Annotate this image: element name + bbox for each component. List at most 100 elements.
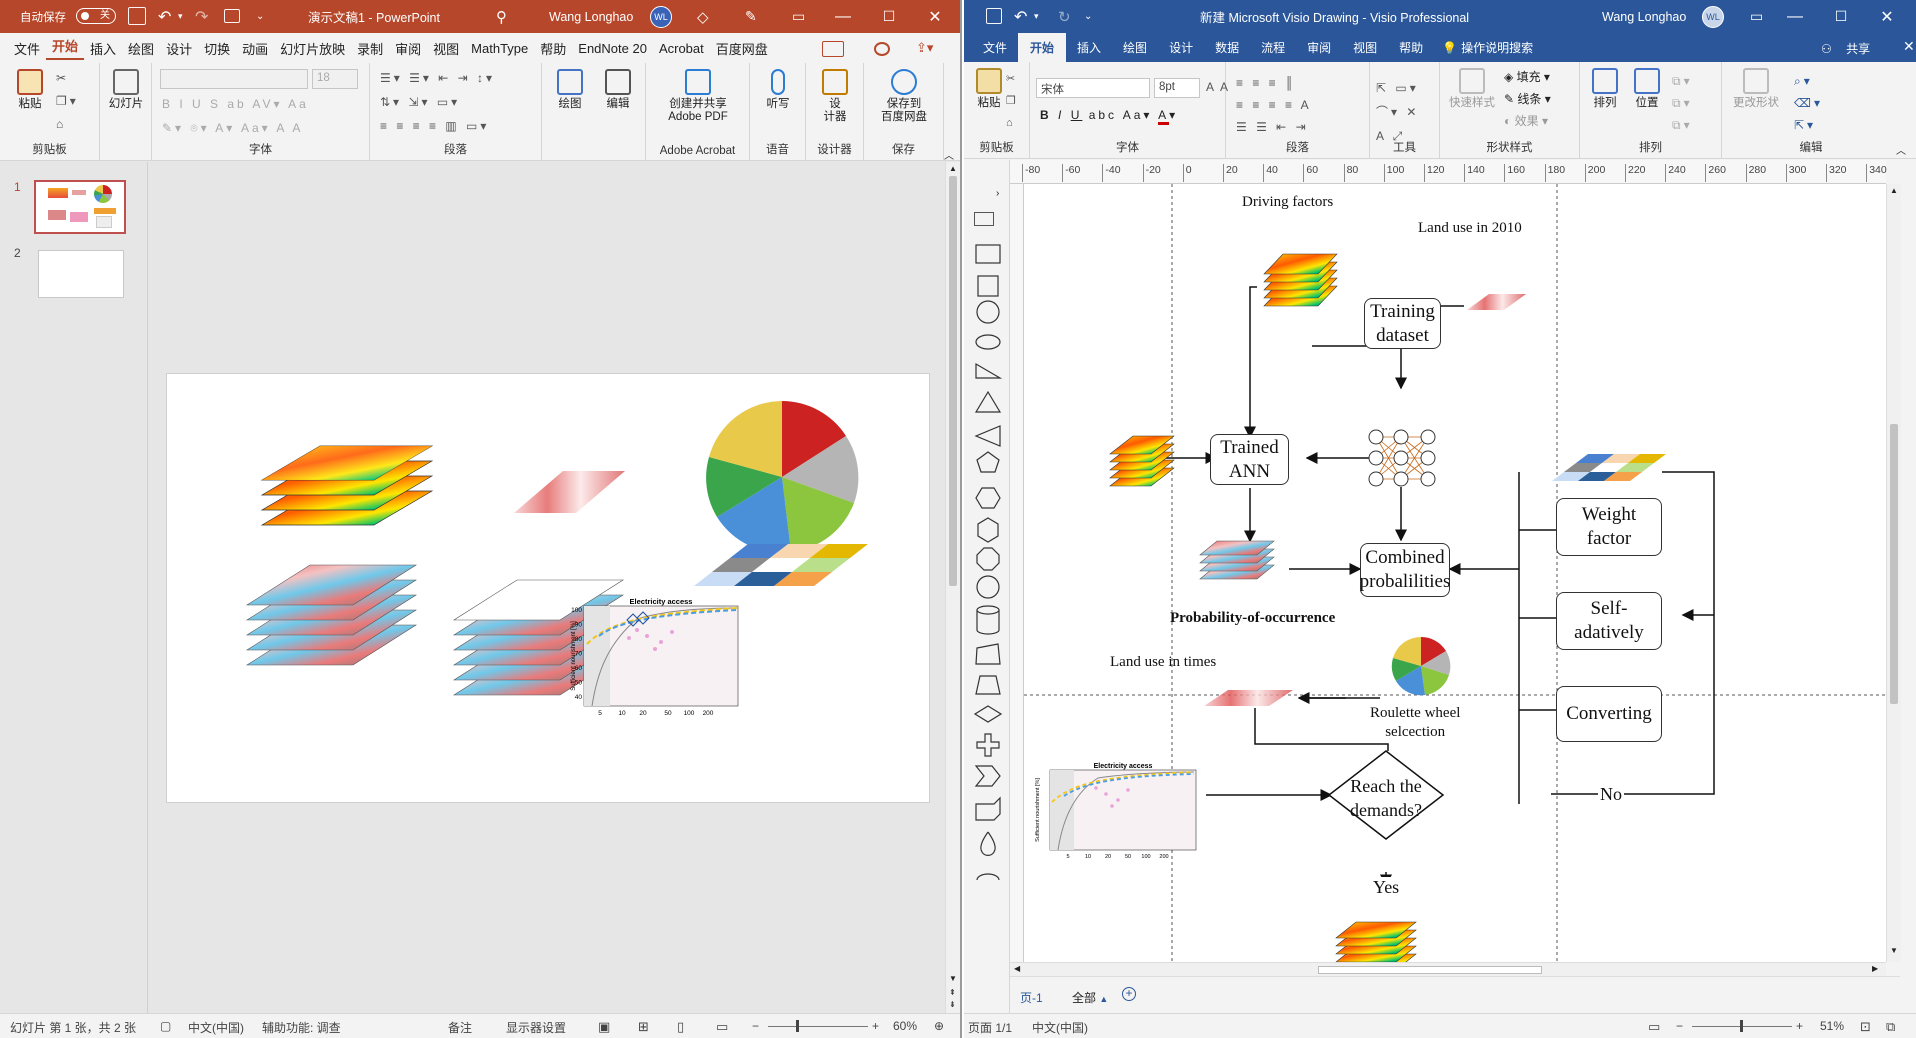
training-dataset-box[interactable]: Training dataset: [1364, 298, 1441, 349]
ppt-zoom-slider[interactable]: [768, 1020, 868, 1032]
effect-button[interactable]: ◐ 效果 ▾: [1504, 112, 1548, 129]
format-painter-icon[interactable]: ⌂: [56, 117, 66, 131]
label-yes[interactable]: Yes: [1371, 877, 1402, 898]
new-slide-button[interactable]: 幻灯片: [106, 69, 146, 111]
group-buttons[interactable]: ⧉▾ ⧉▾ ⧉▾: [1672, 70, 1693, 136]
close-ribbon-icon[interactable]: ✕: [1892, 38, 1916, 55]
combined-probabilities-box[interactable]: Combined probalilities: [1360, 543, 1450, 597]
tab-view[interactable]: 视图: [427, 39, 465, 58]
paste-button[interactable]: 粘贴: [12, 69, 48, 111]
switch-windows-icon[interactable]: ⧉: [1886, 1019, 1895, 1035]
fit-slide-icon[interactable]: ⊕: [934, 1019, 944, 1033]
tools-buttons[interactable]: ⇱ ▭▾ ⌒▾ ✕ A ⤢: [1376, 76, 1419, 148]
tab-home[interactable]: 开始: [1018, 32, 1067, 63]
ribbon-display-icon[interactable]: ▭: [792, 8, 805, 25]
ppt-scroll-thumb[interactable]: [949, 176, 957, 586]
stencil-shape-list[interactable]: [964, 240, 1010, 1010]
tab-help[interactable]: 帮助: [1388, 39, 1434, 56]
reach-demands-label[interactable]: Reach the demands?: [1344, 774, 1428, 822]
customize-qat-icon[interactable]: ⌄: [256, 11, 264, 22]
search-icon[interactable]: ⚲: [496, 8, 507, 26]
paste-button[interactable]: 粘贴: [974, 68, 1004, 110]
drawing-button[interactable]: 绘图: [550, 69, 590, 111]
tab-draw[interactable]: 绘图: [122, 39, 160, 58]
label-probability-of-occurrence[interactable]: Probability-of-occurrence: [1170, 610, 1335, 627]
designer-button[interactable]: 设 计器: [814, 69, 856, 124]
minimize-button[interactable]: —: [820, 0, 866, 33]
share-icon[interactable]: ⇪▾: [910, 40, 939, 56]
visio-hscroll-thumb[interactable]: [1318, 966, 1542, 974]
page-tab-1[interactable]: 页-1: [1020, 989, 1043, 1006]
tab-record[interactable]: 录制: [351, 39, 389, 58]
slide-thumbnail-2[interactable]: [38, 250, 124, 298]
slide-thumbnail-1[interactable]: [34, 180, 126, 234]
tab-insert[interactable]: 插入: [1066, 39, 1112, 56]
tab-transitions[interactable]: 切换: [198, 39, 236, 58]
font-size-input[interactable]: 18: [312, 69, 358, 89]
add-page-icon[interactable]: +: [1122, 987, 1136, 1001]
spellcheck-icon[interactable]: ▢: [160, 1019, 171, 1033]
lightbulb-icon[interactable]: 💡: [1434, 41, 1461, 55]
list-buttons[interactable]: ☰ ☰ ⇤ ⇥: [1236, 120, 1309, 134]
autosave-toggle[interactable]: 关: [76, 8, 116, 24]
tab-slideshow[interactable]: 幻灯片放映: [274, 39, 351, 58]
expand-shapes-icon[interactable]: ›: [996, 188, 999, 199]
customize-qat-icon[interactable]: ⌄: [1084, 11, 1092, 22]
visio-zoom-slider[interactable]: [1692, 1020, 1792, 1032]
slide-canvas[interactable]: Electricity access Sufficient nourishmen…: [166, 373, 930, 803]
label-roulette-wheel[interactable]: Roulette wheel selcection: [1370, 704, 1460, 742]
save-icon[interactable]: [986, 8, 1002, 24]
tab-endnote[interactable]: EndNote 20: [572, 41, 653, 56]
zoom-out-icon[interactable]: −: [752, 1019, 759, 1033]
avatar[interactable]: WL: [650, 6, 672, 28]
tab-animations[interactable]: 动画: [236, 39, 274, 58]
create-pdf-button[interactable]: 创建并共享 Adobe PDF: [654, 69, 742, 124]
tab-view[interactable]: 视图: [1342, 39, 1388, 56]
font-name-input[interactable]: 宋体: [1036, 78, 1150, 98]
position-button[interactable]: 位置: [1628, 68, 1666, 110]
tab-file[interactable]: 文件: [972, 39, 1018, 56]
converting-box[interactable]: Converting: [1556, 686, 1662, 742]
maximize-button[interactable]: ☐: [1818, 0, 1864, 33]
cut-copy-icons[interactable]: ✂ ❐ ⌂: [1006, 68, 1019, 134]
slide-sorter-icon[interactable]: ⊞: [638, 1019, 649, 1035]
zoom-out-icon[interactable]: −: [1676, 1019, 1683, 1033]
tell-me-search[interactable]: 操作说明搜索: [1461, 39, 1533, 56]
visio-zoom-level[interactable]: 51%: [1820, 1019, 1844, 1033]
presentation-mode-icon[interactable]: ▭: [1648, 1019, 1660, 1035]
undo-dropdown-icon[interactable]: ▾: [1034, 11, 1039, 22]
find-select-buttons[interactable]: ⌕▾ ⌫▾ ⇱▾: [1794, 70, 1823, 136]
arrange-button[interactable]: 排列: [1586, 68, 1624, 110]
maximize-button[interactable]: ☐: [866, 0, 912, 33]
avatar[interactable]: WL: [1702, 6, 1724, 28]
all-pages-tab[interactable]: 全部 ▲: [1072, 989, 1108, 1006]
close-button[interactable]: ✕: [1864, 0, 1910, 33]
font-format-buttons[interactable]: B I U S ab AV▾ Aa: [162, 97, 309, 111]
line-button[interactable]: ✎ 线条 ▾: [1504, 90, 1551, 107]
collapse-ribbon-icon[interactable]: ︿: [944, 147, 954, 162]
direction-buttons[interactable]: ⇅▾ ⇲▾ ▭▾: [380, 95, 460, 109]
save-baidu-button[interactable]: 保存到 百度网盘: [870, 69, 938, 124]
tab-design[interactable]: 设计: [160, 39, 198, 58]
cut-icon[interactable]: ✂: [56, 71, 69, 85]
label-land-use-2010[interactable]: Land use in 2010: [1418, 220, 1522, 237]
align-buttons[interactable]: ≡ ≡ ≡ ≡ ▥ ▭▾: [380, 119, 489, 133]
diamond-icon[interactable]: ◇: [697, 8, 709, 26]
display-settings-button[interactable]: 显示器设置: [506, 1019, 566, 1036]
visio-language[interactable]: 中文(中国): [1032, 1019, 1088, 1036]
zoom-in-icon[interactable]: +: [872, 1019, 879, 1033]
ribbon-display-icon[interactable]: ▭: [1750, 8, 1763, 25]
collapse-ribbon-icon[interactable]: ︿: [1896, 142, 1906, 157]
record-icon[interactable]: [874, 42, 890, 56]
tab-insert[interactable]: 插入: [84, 39, 122, 58]
fill-button[interactable]: ◈ 填充 ▾: [1504, 68, 1550, 85]
align-buttons-2[interactable]: ≡ ≡ ≡ ≡ A: [1236, 98, 1312, 112]
stencil-menu-icon[interactable]: [974, 212, 994, 226]
tab-draw[interactable]: 绘图: [1112, 39, 1158, 56]
tab-help[interactable]: 帮助: [534, 39, 572, 58]
tab-review[interactable]: 审阅: [1296, 39, 1342, 56]
trained-ann-box[interactable]: Trained ANN: [1210, 434, 1289, 485]
label-land-use-in-times[interactable]: Land use in times: [1110, 654, 1216, 671]
weight-factor-box[interactable]: Weight factor: [1556, 498, 1662, 556]
change-shape-button[interactable]: 更改形状: [1730, 68, 1782, 110]
